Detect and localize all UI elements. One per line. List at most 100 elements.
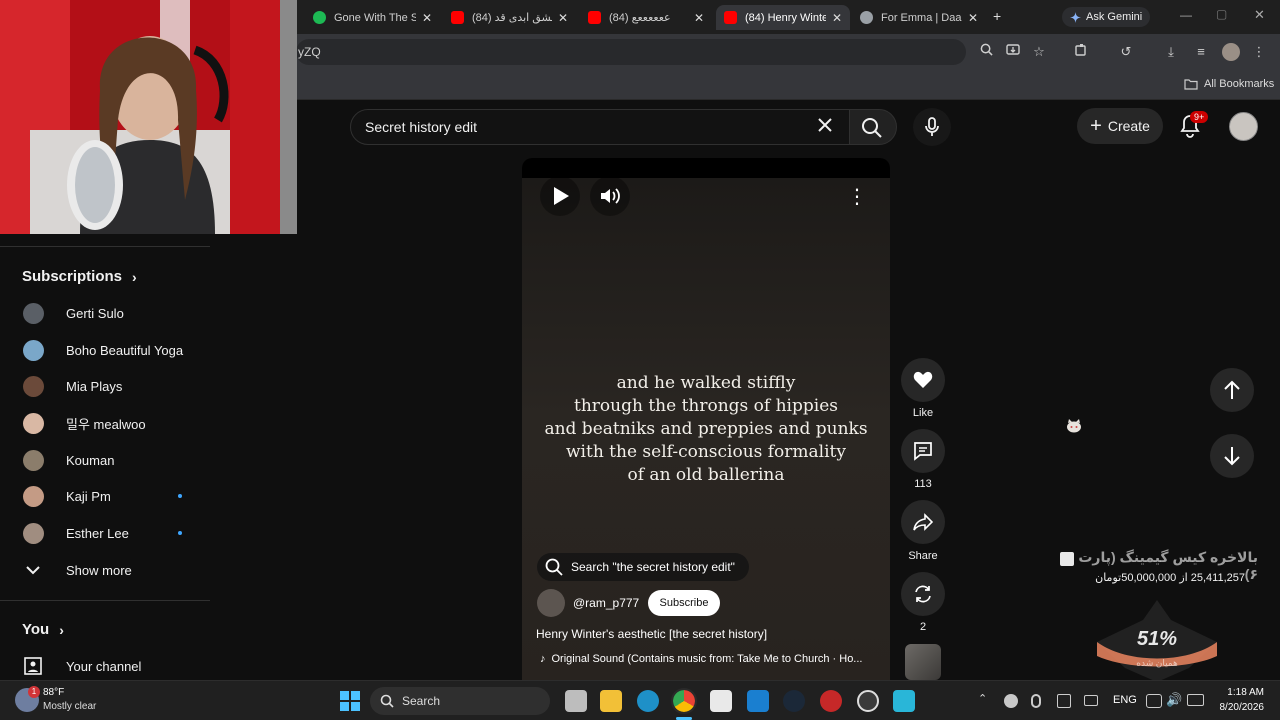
clock-date[interactable]: 8/20/2026 xyxy=(1214,702,1265,713)
close-tab-icon[interactable]: ✕ xyxy=(968,11,978,25)
voice-search-button[interactable] xyxy=(913,108,951,146)
zoom-icon[interactable] xyxy=(977,43,995,61)
app-icon[interactable] xyxy=(747,690,769,712)
menu-icon[interactable]: ⋮ xyxy=(1250,43,1268,61)
sidebar-item-mealwoo[interactable]: 밀우 mealwoo xyxy=(0,405,210,441)
microphone-icon xyxy=(925,117,939,136)
create-button[interactable]: + Create xyxy=(1077,108,1163,144)
address-bar[interactable]: yZQ xyxy=(296,39,966,65)
sidebar-item-kouman[interactable]: Kouman xyxy=(0,442,210,478)
install-icon[interactable] xyxy=(1004,43,1022,61)
music-note-icon: ♪ xyxy=(540,653,546,665)
more-options-icon[interactable]: ⋮ xyxy=(847,184,867,208)
channel-handle[interactable]: @ram_p777 xyxy=(573,596,639,610)
sidebar-item-esther-lee[interactable]: Esther Lee xyxy=(0,515,210,551)
close-tab-icon[interactable]: ✕ xyxy=(422,11,432,25)
search-button[interactable] xyxy=(849,109,897,145)
chevron-down-icon xyxy=(26,566,40,575)
sidebar-item-mia-plays[interactable]: Mia Plays xyxy=(0,368,210,404)
weather-icon[interactable]: 1 xyxy=(15,686,40,712)
short-title[interactable]: Henry Winter's aesthetic [the secret his… xyxy=(536,627,767,641)
sidebar-item-boho-beautiful-yoga[interactable]: Boho Beautiful Yoga xyxy=(0,332,210,368)
taskbar-search[interactable]: Search xyxy=(370,687,550,715)
maximize-icon[interactable]: ▢ xyxy=(1216,7,1227,21)
channel-avatar[interactable] xyxy=(537,589,565,617)
sidebar-item-kaji-pm[interactable]: Kaji Pm xyxy=(0,478,210,514)
network-icon[interactable] xyxy=(1146,694,1162,708)
close-tab-icon[interactable]: ✕ xyxy=(694,11,704,25)
sidebar-item-your-channel[interactable]: Your channel xyxy=(0,648,210,684)
sound-thumbnail[interactable] xyxy=(905,644,941,680)
reading-list-icon[interactable]: ≡ xyxy=(1192,43,1210,61)
subscribe-button[interactable]: Subscribe xyxy=(648,590,720,616)
task-view-icon[interactable] xyxy=(565,690,587,712)
close-tab-icon[interactable]: ✕ xyxy=(832,11,842,25)
notifications-button[interactable]: 9+ xyxy=(1179,111,1209,140)
your-channel-icon xyxy=(24,657,42,675)
comment-icon xyxy=(914,442,932,461)
ask-gemini-button[interactable]: Ask Gemini xyxy=(1062,7,1150,27)
volume-button[interactable] xyxy=(590,176,630,216)
onedrive-icon[interactable] xyxy=(1004,694,1018,708)
tab-youtube-active[interactable]: (84) Henry Winte ✕ xyxy=(716,5,850,30)
tab-spotify[interactable]: Gone With The Sl ✕ xyxy=(305,5,440,30)
edge-icon[interactable] xyxy=(637,690,659,712)
screen-capture-icon[interactable] xyxy=(1057,694,1071,708)
share-button[interactable] xyxy=(901,500,945,544)
spotify-icon xyxy=(313,11,326,24)
account-avatar[interactable] xyxy=(1229,112,1258,141)
arrow-up-icon xyxy=(1224,380,1240,399)
next-short-button[interactable] xyxy=(1210,434,1254,478)
temperature: 88°F xyxy=(43,687,65,698)
shorts-video[interactable]: ⋮ and he walked stiffly through the thro… xyxy=(522,158,890,680)
steam-icon[interactable] xyxy=(783,690,805,712)
gemini-icon xyxy=(1070,11,1081,23)
previous-short-button[interactable] xyxy=(1210,368,1254,412)
tab-youtube-1[interactable]: (84) عشق ابدی قد ✕ xyxy=(443,5,576,30)
remix-button[interactable] xyxy=(901,572,945,616)
chevron-up-icon[interactable]: ⌃ xyxy=(978,692,987,705)
play-button[interactable] xyxy=(540,176,580,216)
tab-daali[interactable]: For Emma | Daali ✕ xyxy=(852,5,986,30)
minimize-icon[interactable]: — xyxy=(1180,8,1192,22)
extensions-icon[interactable] xyxy=(1072,43,1090,61)
clock-time[interactable]: 1:18 AM xyxy=(1224,687,1264,698)
like-button[interactable] xyxy=(901,358,945,402)
new-content-dot xyxy=(178,494,182,498)
close-tab-icon[interactable]: ✕ xyxy=(558,11,568,25)
start-button[interactable] xyxy=(339,690,361,712)
notepad-icon[interactable] xyxy=(893,690,915,712)
new-tab-button[interactable]: + xyxy=(993,8,1001,24)
profile-avatar[interactable] xyxy=(1222,43,1240,61)
file-explorer-icon[interactable] xyxy=(600,690,622,712)
subscriptions-heading[interactable]: Subscriptions › xyxy=(22,268,137,285)
avatar xyxy=(23,449,44,471)
comments-button[interactable] xyxy=(901,429,945,473)
related-search-chip[interactable]: Search "the secret history edit" xyxy=(537,553,749,581)
bookmark-star-icon[interactable]: ☆ xyxy=(1030,43,1048,61)
window-close-icon[interactable]: ✕ xyxy=(1254,7,1265,23)
sidebar-item-gerti-sulo[interactable]: Gerti Sulo xyxy=(0,295,210,331)
youtube-icon xyxy=(451,11,464,24)
arrow-down-icon xyxy=(1224,447,1240,466)
you-heading[interactable]: You › xyxy=(22,621,64,638)
obs-icon[interactable] xyxy=(857,690,879,712)
like-label: Like xyxy=(912,407,934,419)
clear-search-icon[interactable] xyxy=(816,116,834,139)
all-bookmarks-button[interactable]: All Bookmarks xyxy=(1184,78,1274,90)
show-more-button[interactable]: Show more xyxy=(0,552,210,588)
keyboard-icon[interactable] xyxy=(1084,695,1098,706)
chrome-icon[interactable] xyxy=(671,688,697,714)
battery-icon[interactable] xyxy=(1187,694,1204,706)
new-content-dot xyxy=(178,531,182,535)
sound-attribution[interactable]: ♪ Original Sound (Contains music from: T… xyxy=(540,653,872,665)
mic-tray-icon[interactable] xyxy=(1031,694,1041,708)
store-icon[interactable] xyxy=(710,690,732,712)
search-input[interactable]: Secret history edit xyxy=(350,109,854,145)
tab-youtube-2[interactable]: (84) ععععععع ✕ xyxy=(580,5,712,30)
speaker-icon[interactable]: 🔊 xyxy=(1166,692,1182,708)
language-indicator[interactable]: ENG xyxy=(1113,694,1137,706)
download-icon[interactable]: ⤓ xyxy=(1162,43,1180,61)
history-icon[interactable]: ↺ xyxy=(1117,43,1135,61)
app-red-icon[interactable] xyxy=(820,690,842,712)
